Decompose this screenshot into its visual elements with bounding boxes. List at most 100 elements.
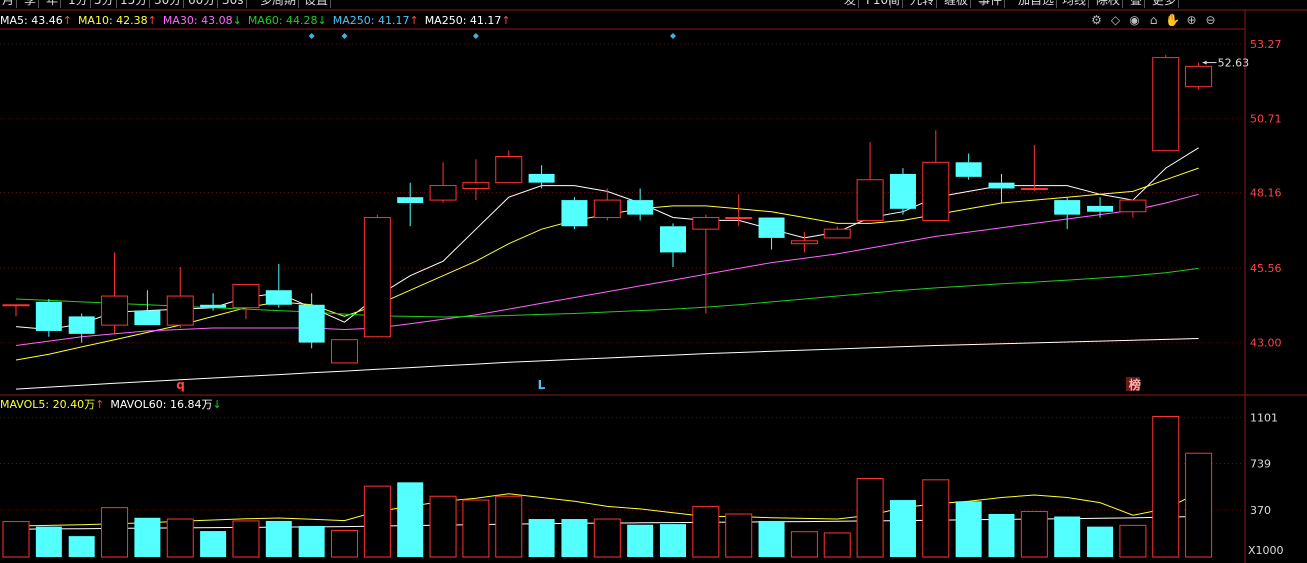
legend-entry: MAVOL5: 20.40万↑ (0, 398, 104, 411)
candle (889, 168, 916, 215)
candle (397, 182, 424, 227)
volume-bar (758, 520, 785, 557)
legend-entry: MA60: 44.28↓ (248, 14, 327, 27)
volume-bar (298, 525, 325, 557)
volume-bars (2, 416, 1213, 558)
chart-marker: 榜 (1129, 377, 1141, 392)
legend-label: MA30: 43.08 (162, 14, 233, 27)
chart-marker: q (176, 378, 185, 392)
volume-bar (823, 532, 851, 558)
candle-body (1020, 187, 1048, 190)
price-tick-label: 53.27 (1250, 38, 1282, 51)
diamond-icon[interactable]: ◇ (1106, 13, 1125, 27)
volume-bar (429, 495, 457, 558)
candle-body (166, 295, 194, 326)
legend-label: MA250: 41.17 (424, 14, 502, 27)
candle (1152, 54, 1180, 152)
candle (166, 266, 194, 329)
candle (1054, 197, 1081, 230)
max-annotation-arrowhead (1202, 60, 1207, 65)
legend-label: MAVOL5: 20.40万 (0, 398, 96, 411)
volume-bar (68, 536, 95, 557)
volume-bar (889, 500, 916, 557)
candle (528, 165, 555, 189)
price-axis: 53.27 50.71 48.16 45.56 43.00 1101 739 370 X1000 (1248, 38, 1284, 557)
max-annotation-label: 52.63 (1218, 57, 1250, 70)
candle-body (561, 200, 588, 227)
candle (593, 188, 621, 221)
volume-bar (528, 519, 555, 557)
legend-arrow: ↑ (147, 14, 157, 27)
volume-bar (232, 520, 260, 558)
volume-bar (1152, 416, 1180, 558)
eye-icon[interactable]: ◉ (1125, 13, 1144, 27)
legend-arrow: ↓ (212, 398, 222, 411)
hand-icon[interactable]: ✋ (1163, 13, 1182, 27)
legend-entry: MA5: 43.46↑ (0, 14, 72, 27)
candle-body (200, 304, 227, 308)
volume-legend: MAVOL5: 20.40万↑ MAVOL60: 16.84万↓ (0, 397, 228, 413)
zoom-out-icon[interactable]: ⊖ (1201, 13, 1220, 27)
kline-chart: q L 榜 52.63 53.27 50.71 48.16 45.56 43.00 1101 73… (0, 9, 1307, 563)
candle-body (790, 240, 818, 245)
candle (988, 173, 1015, 204)
event-diamond (472, 33, 479, 39)
volume-bar (1087, 526, 1114, 557)
candle-body (823, 228, 851, 239)
legend-arrow: ↑ (409, 14, 419, 27)
candle (1185, 62, 1213, 90)
volume-bar (101, 507, 129, 558)
ma250-line (15, 338, 1199, 390)
volume-tick-label: 370 (1250, 504, 1271, 517)
event-diamond (308, 33, 315, 39)
candle-body (298, 304, 325, 343)
candle (627, 188, 654, 221)
candle-body (232, 283, 260, 309)
volume-bar (1119, 524, 1147, 558)
zoom-in-icon[interactable]: ⊕ (1182, 13, 1201, 27)
candle (692, 214, 720, 314)
volume-bar (462, 499, 490, 558)
candle-body (1185, 65, 1213, 88)
candle (1020, 144, 1048, 192)
candle (35, 298, 62, 337)
price-tick-label: 48.16 (1250, 187, 1282, 200)
legend-label: MA60: 44.28 (247, 14, 318, 27)
volume-bar (922, 479, 950, 558)
settings-icon[interactable]: ⚙ (1087, 13, 1106, 27)
candle-body (660, 226, 686, 253)
chart-markers: q L 榜 52.63 (176, 33, 1249, 392)
volume-bar (660, 524, 686, 557)
volume-bar (363, 485, 391, 558)
volume-bar (134, 517, 161, 557)
legend-entry: MA10: 42.38↑ (78, 14, 157, 27)
candle-body (988, 182, 1015, 189)
candles (2, 54, 1213, 364)
candle-body (889, 173, 916, 209)
legend-label: MA10: 42.38 (77, 14, 148, 27)
legend-arrow: ↑ (62, 14, 72, 27)
candle-body (1054, 200, 1081, 215)
candle-body (528, 173, 555, 183)
candle-body (495, 155, 523, 184)
legend-entry: MA250: 41.17↑ (333, 14, 419, 27)
candle-body (1119, 199, 1147, 213)
candle-body (331, 339, 358, 364)
volume-bar (265, 520, 292, 557)
volume-bar (397, 482, 424, 557)
candle (134, 290, 161, 326)
volume-bar (331, 529, 358, 558)
basket-icon[interactable]: ⌂ (1144, 13, 1163, 27)
candle-body (462, 182, 490, 189)
volume-bar (2, 521, 30, 558)
ma-legend: MA5: 43.46↑ MA10: 42.38↑ MA30: 43.08↓ MA60:… (0, 13, 517, 29)
candle (1119, 199, 1147, 218)
candle (561, 197, 588, 230)
legend-entry: MA250: 41.17↑ (425, 14, 511, 27)
volume-bar (1185, 452, 1213, 558)
volume-bar (725, 513, 753, 558)
volume-bar (627, 524, 654, 557)
candle-body (856, 179, 884, 221)
price-tick-label: 43.00 (1250, 337, 1282, 350)
candle (2, 304, 30, 317)
